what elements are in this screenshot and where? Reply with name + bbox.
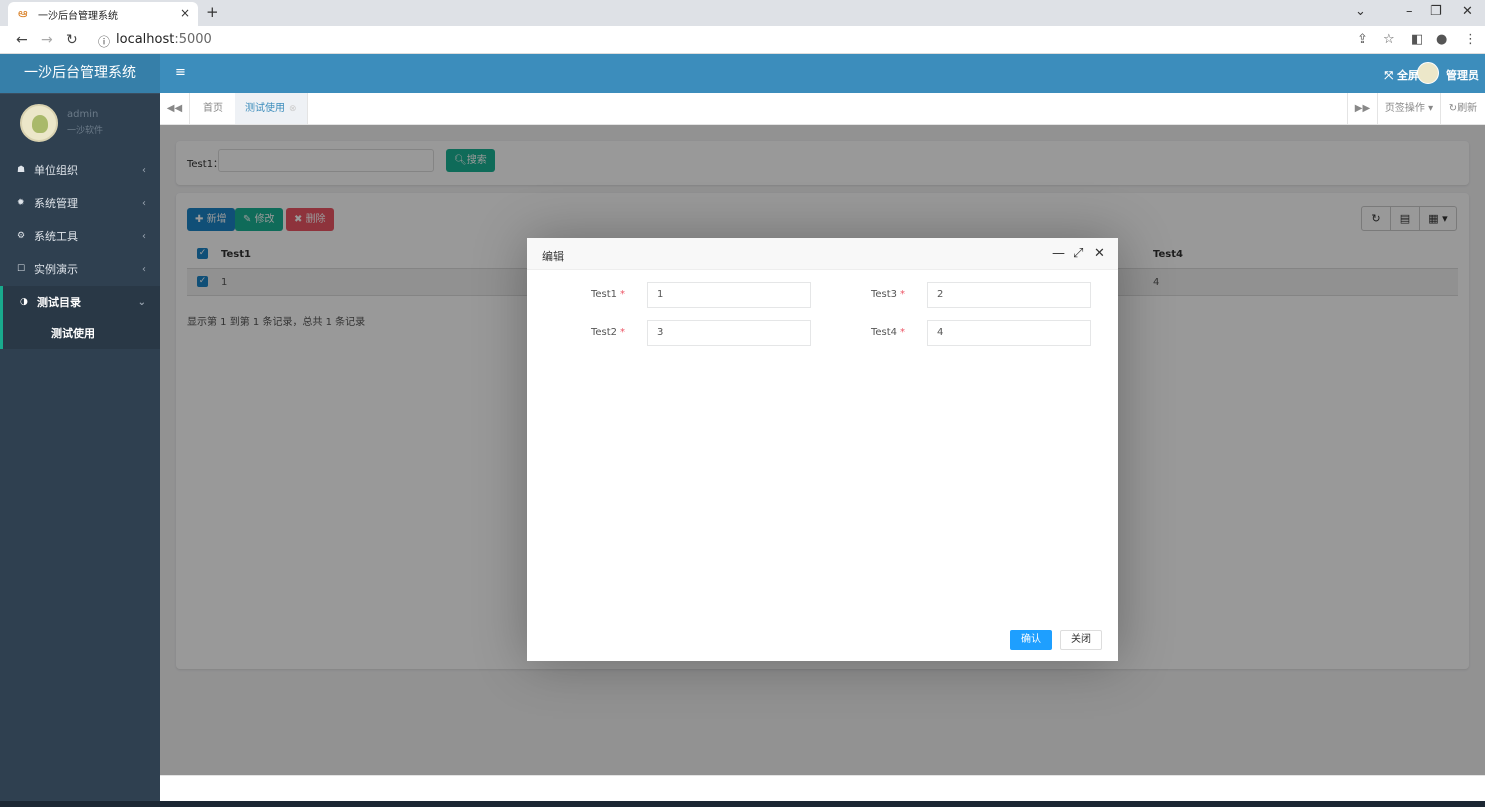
test1-field[interactable]: 1 bbox=[647, 282, 811, 308]
field-label-test1: Test1 * bbox=[590, 289, 625, 300]
forward-icon[interactable]: → bbox=[41, 32, 53, 48]
gear-icon: ✹ bbox=[17, 198, 25, 208]
edit-dialog: 编辑 — ⤢ ✕ Test1 * 1 Test3 * 2 Test2 * 3 Test… bbox=[527, 238, 1118, 661]
sidebar-item-system-mgmt[interactable]: ✹ 系统管理 ‹ bbox=[0, 187, 160, 220]
sidebar-item-test-dir[interactable]: ◑ 测试目录 ⌄ bbox=[0, 286, 160, 319]
close-button[interactable]: 关闭 bbox=[1060, 630, 1102, 650]
refresh-tab-button[interactable]: ↻刷新 bbox=[1440, 93, 1485, 124]
half-circle-icon: ◑ bbox=[20, 297, 28, 307]
site-info-icon[interactable]: ⓘ bbox=[98, 33, 110, 50]
back-icon[interactable]: ← bbox=[16, 32, 28, 48]
cogs-icon: ⚙ bbox=[17, 231, 26, 241]
chevron-left-icon: ‹ bbox=[142, 231, 146, 242]
chevron-left-icon: ‹ bbox=[142, 264, 146, 275]
dialog-title: 编辑 bbox=[542, 250, 564, 263]
app-favicon-icon: ఆ bbox=[18, 6, 28, 20]
admin-name[interactable]: 管理员 bbox=[1446, 67, 1479, 83]
page-tabs-bar: ◀◀ 首页 测试使用 ⊗ ▶▶ 页签操作 ▾ ↻刷新 bbox=[160, 93, 1485, 125]
tabs-scroll-right-icon[interactable]: ▶▶ bbox=[1347, 93, 1377, 124]
top-navbar: ≡ ⤧ 全屏 管理员 bbox=[160, 54, 1485, 93]
close-dialog-icon[interactable]: ✕ bbox=[1094, 246, 1105, 261]
tab-home[interactable]: 首页 bbox=[203, 93, 223, 124]
test4-field[interactable]: 4 bbox=[927, 320, 1091, 346]
profile-icon[interactable]: ● bbox=[1436, 32, 1447, 47]
page-ops-dropdown[interactable]: 页签操作 ▾ bbox=[1377, 93, 1440, 124]
page-footer bbox=[160, 775, 1485, 801]
dialog-header: 编辑 — ⤢ ✕ bbox=[527, 238, 1118, 270]
expand-icon: ⤧ bbox=[1384, 69, 1397, 82]
sidebar-item-label: 单位组织 bbox=[34, 164, 78, 177]
test3-field[interactable]: 2 bbox=[927, 282, 1091, 308]
square-icon: ☐ bbox=[17, 264, 26, 274]
maximize-dialog-icon[interactable]: ⤢ bbox=[1073, 246, 1083, 261]
sidebar-item-label: 系统管理 bbox=[34, 197, 78, 210]
tabs-scroll-left-icon[interactable]: ◀◀ bbox=[160, 93, 190, 124]
browser-menu-icon[interactable]: ⋮ bbox=[1464, 32, 1477, 47]
app-logo: 一沙后台管理系统 bbox=[0, 54, 160, 93]
sidebar-item-system-tools[interactable]: ⚙ 系统工具 ‹ bbox=[0, 220, 160, 253]
fullscreen-button[interactable]: ⤧ 全屏 bbox=[1384, 67, 1419, 83]
user-name: admin bbox=[67, 109, 99, 120]
sidebar-item-demo[interactable]: ☐ 实例演示 ‹ bbox=[0, 253, 160, 286]
chevron-left-icon: ‹ bbox=[142, 165, 146, 176]
field-label-test3: Test3 * bbox=[870, 289, 905, 300]
browser-tab-close-icon[interactable]: × bbox=[180, 6, 190, 20]
url-field[interactable]: localhost:5000 bbox=[116, 32, 212, 47]
sidebar-item-unit-org[interactable]: ☗ 单位组织 ‹ bbox=[0, 154, 160, 187]
reload-icon[interactable]: ↻ bbox=[66, 32, 78, 48]
chevron-left-icon: ‹ bbox=[142, 198, 146, 209]
address-bar: ← → ↻ ⓘ localhost:5000 ⇪ ☆ ◧ ● ⋮ bbox=[0, 26, 1485, 54]
tab-test-use[interactable]: 测试使用 ⊗ bbox=[235, 93, 308, 124]
share-icon[interactable]: ⇪ bbox=[1357, 32, 1368, 47]
sidebar-item-label: 测试目录 bbox=[37, 296, 81, 309]
menu-toggle-icon[interactable]: ≡ bbox=[175, 65, 186, 80]
refresh-icon: ↻ bbox=[1448, 103, 1458, 114]
side-panel-icon[interactable]: ◧ bbox=[1411, 32, 1423, 47]
chevron-down-icon: ⌄ bbox=[137, 297, 146, 308]
os-taskbar bbox=[0, 801, 1485, 807]
field-label-test2: Test2 * bbox=[590, 327, 625, 338]
close-tab-icon[interactable]: ⊗ bbox=[289, 104, 297, 114]
sidebar-item-label: 系统工具 bbox=[34, 230, 78, 243]
user-panel: admin 一沙软件 bbox=[0, 93, 160, 149]
new-tab-button[interactable]: + bbox=[206, 3, 219, 21]
avatar[interactable] bbox=[20, 104, 58, 142]
test2-field[interactable]: 3 bbox=[647, 320, 811, 346]
sidebar-item-label: 实例演示 bbox=[34, 263, 78, 276]
close-window-button[interactable]: ✕ bbox=[1462, 4, 1473, 19]
tab-search-icon[interactable]: ⌄ bbox=[1355, 4, 1366, 19]
confirm-button[interactable]: 确认 bbox=[1010, 630, 1052, 650]
sidebar-menu: ☗ 单位组织 ‹ ✹ 系统管理 ‹ ⚙ 系统工具 ‹ ☐ 实例演示 ‹ ◑ 测试… bbox=[0, 154, 160, 349]
bookmark-star-icon[interactable]: ☆ bbox=[1383, 32, 1395, 47]
admin-avatar[interactable] bbox=[1417, 62, 1439, 84]
browser-tabstrip: ఆ 一沙后台管理系统 × + ⌄ – ❐ ✕ bbox=[0, 0, 1485, 26]
home-icon: ☗ bbox=[17, 165, 26, 175]
sidebar: 一沙后台管理系统 admin 一沙软件 ☗ 单位组织 ‹ ✹ 系统管理 ‹ ⚙ … bbox=[0, 54, 160, 807]
user-org: 一沙软件 bbox=[67, 126, 104, 136]
field-label-test4: Test4 * bbox=[870, 327, 905, 338]
browser-tab-title: 一沙后台管理系统 bbox=[38, 11, 118, 22]
browser-tab[interactable]: ఆ 一沙后台管理系统 × bbox=[8, 2, 198, 26]
restore-button[interactable]: ❐ bbox=[1430, 4, 1442, 19]
sidebar-subitem-test-use[interactable]: 测试使用 bbox=[0, 319, 160, 349]
minimize-dialog-icon[interactable]: — bbox=[1052, 246, 1065, 261]
minimize-button[interactable]: – bbox=[1406, 4, 1413, 19]
